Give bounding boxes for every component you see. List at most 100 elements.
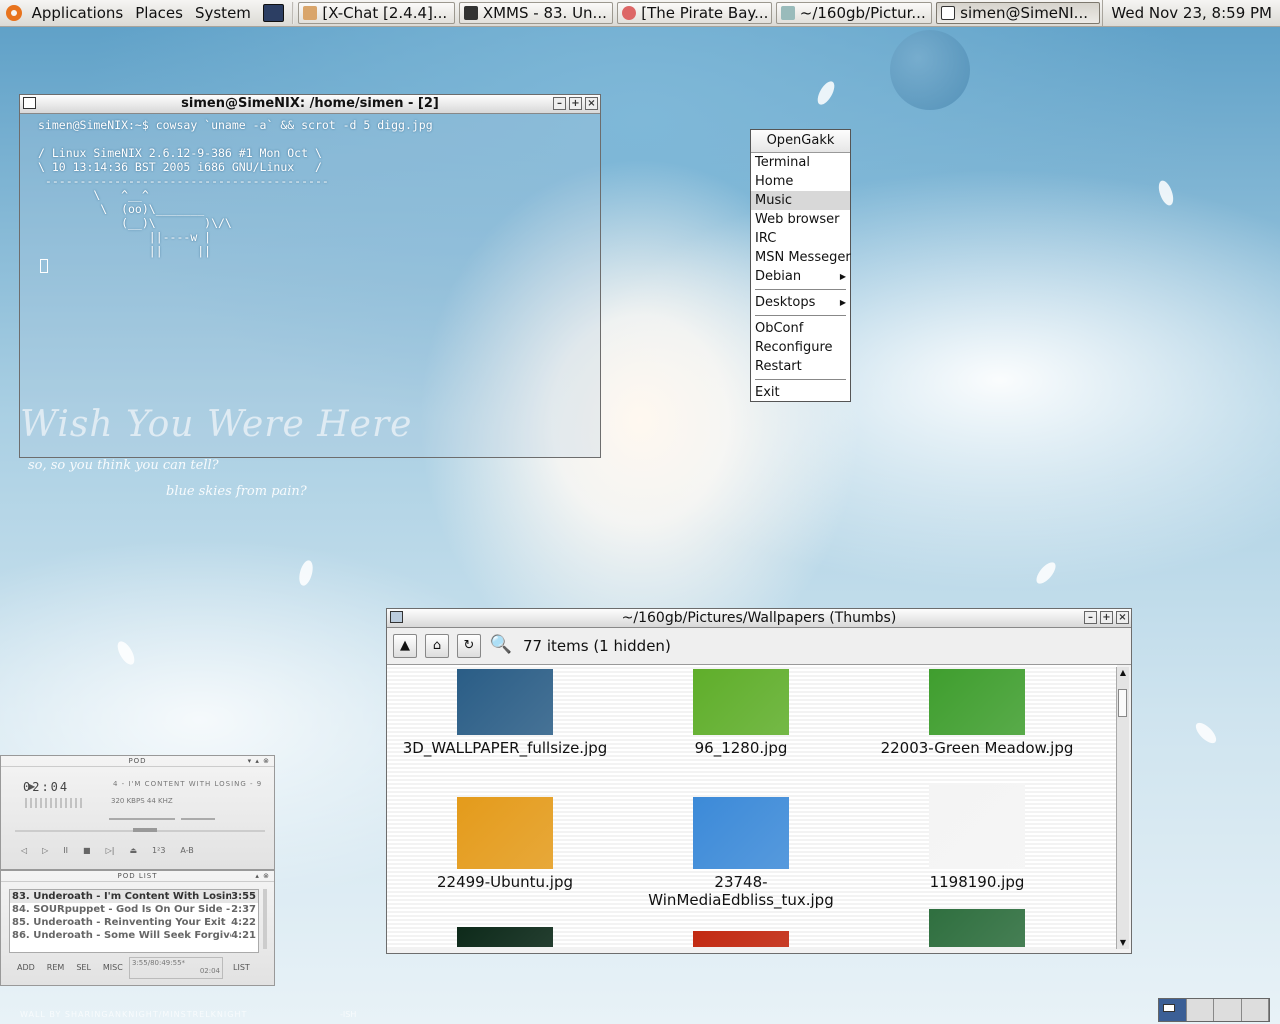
terminal-output[interactable]: simen@SimeNIX:~$ cowsay `uname -a` && sc… bbox=[20, 114, 600, 258]
file-thumbnail[interactable]: 3D_WALLPAPER_fullsize.jpg bbox=[387, 669, 623, 757]
menu-item-reconfigure[interactable]: Reconfigure bbox=[751, 338, 850, 357]
maximize-button[interactable]: + bbox=[1100, 611, 1113, 624]
select-button[interactable]: SEL bbox=[76, 963, 91, 972]
task-file-manager[interactable]: ~/160gb/Pictur... bbox=[775, 2, 933, 24]
file-manager-titlebar[interactable]: ~/160gb/Pictures/Wallpapers (Thumbs) – +… bbox=[387, 609, 1131, 628]
wallpaper-credit-suffix: -ISH bbox=[340, 1010, 357, 1019]
file-thumbnail[interactable] bbox=[387, 927, 623, 947]
window-menu-icon[interactable] bbox=[23, 97, 36, 109]
playlist-buttons: ADD REM SEL MISC bbox=[17, 963, 123, 972]
menu-separator bbox=[755, 315, 846, 316]
playlist-row[interactable]: 86. Underoath - Some Will Seek Forgiven.… bbox=[10, 929, 258, 942]
task-firefox[interactable]: [The Pirate Bay... bbox=[617, 2, 772, 24]
task-terminal[interactable]: simen@SimeNI... bbox=[936, 2, 1101, 24]
volume-slider[interactable] bbox=[109, 818, 175, 820]
thumbnail-view[interactable]: 3D_WALLPAPER_fullsize.jpg 96_1280.jpg 22… bbox=[387, 665, 1117, 947]
file-thumbnail[interactable]: 96_1280.jpg bbox=[623, 669, 859, 757]
terminal-window[interactable]: simen@SimeNIX: /home/simen - [2] – + × s… bbox=[19, 94, 601, 458]
scrollbar-thumb[interactable] bbox=[1118, 689, 1127, 717]
menu-item-terminal[interactable]: Terminal bbox=[751, 153, 850, 172]
file-thumbnail[interactable]: 22003-Green Meadow.jpg bbox=[859, 669, 1095, 757]
xchat-icon bbox=[303, 6, 318, 20]
playlist-row[interactable]: 84. SOURpuppet - God Is On Our Side - 12… bbox=[10, 903, 258, 916]
ubuntu-logo-icon[interactable] bbox=[6, 5, 22, 21]
seek-bar[interactable] bbox=[15, 828, 265, 832]
wallpaper-feather bbox=[114, 638, 138, 668]
menu-item-music[interactable]: Music bbox=[751, 191, 850, 210]
vertical-scrollbar[interactable]: ▲ ▼ bbox=[1116, 667, 1129, 949]
playlist-scrollbar[interactable] bbox=[263, 889, 267, 949]
task-xchat[interactable]: [X-Chat [2.4.4]... bbox=[298, 2, 455, 24]
menu-item-exit[interactable]: Exit bbox=[751, 383, 850, 402]
terminal-launcher-icon[interactable] bbox=[262, 4, 285, 22]
workspace-4[interactable] bbox=[1242, 999, 1269, 1021]
balance-slider[interactable] bbox=[181, 818, 215, 820]
visualizer[interactable] bbox=[25, 798, 85, 808]
seek-thumb[interactable] bbox=[132, 828, 157, 832]
menu-item-obconf[interactable]: ObConf bbox=[751, 319, 850, 338]
menu-item-home[interactable]: Home bbox=[751, 172, 850, 191]
file-thumbnail[interactable] bbox=[623, 931, 859, 947]
elapsed-time[interactable]: 02:04 bbox=[23, 780, 69, 794]
stop-button[interactable]: ■ bbox=[83, 846, 91, 855]
menu-separator bbox=[755, 379, 846, 380]
track-title: 83. Underoath - I'm Content With Losing … bbox=[12, 891, 232, 902]
playlist-titlebar[interactable]: POD LIST ▴ ⊗ bbox=[1, 871, 274, 882]
workspace-2[interactable] bbox=[1187, 999, 1214, 1021]
workspace-1[interactable] bbox=[1159, 999, 1187, 1021]
places-menu[interactable]: Places bbox=[129, 0, 189, 26]
zoom-icon[interactable]: 🔍 bbox=[489, 634, 513, 658]
menu-item-restart[interactable]: Restart bbox=[751, 357, 850, 376]
file-thumbnail[interactable] bbox=[859, 909, 1095, 947]
play-button[interactable]: ▷ bbox=[42, 846, 48, 855]
task-xmms[interactable]: XMMS - 83. Un... bbox=[458, 2, 614, 24]
xmms-player[interactable]: POD ▾ ▴ ⊗ ▶ 02:04 4 - I'M CONTENT WITH L… bbox=[0, 755, 275, 870]
clock[interactable]: Wed Nov 23, 8:59 PM bbox=[1102, 0, 1280, 26]
workspace-3[interactable] bbox=[1214, 999, 1242, 1021]
window-menu-icon[interactable] bbox=[390, 611, 403, 623]
playlist-row[interactable]: 85. Underoath - Reinventing Your Exit 4:2… bbox=[10, 916, 258, 929]
file-manager-window[interactable]: ~/160gb/Pictures/Wallpapers (Thumbs) – +… bbox=[386, 608, 1132, 954]
menu-item-web-browser[interactable]: Web browser bbox=[751, 210, 850, 229]
list-button[interactable]: LIST bbox=[233, 963, 250, 972]
close-button[interactable]: × bbox=[585, 97, 598, 110]
workspace-pager[interactable] bbox=[1158, 998, 1270, 1022]
xmms-playlist[interactable]: POD LIST ▴ ⊗ 83. Underoath - I'm Content… bbox=[0, 870, 275, 986]
close-button[interactable]: × bbox=[1116, 611, 1129, 624]
task-label: XMMS - 83. Un... bbox=[482, 4, 607, 22]
system-menu[interactable]: System bbox=[189, 0, 257, 26]
top-panel: Applications Places System [X-Chat [2.4.… bbox=[0, 0, 1280, 27]
menu-item-msn[interactable]: MSN Messeger bbox=[751, 248, 851, 267]
pause-button[interactable]: II bbox=[63, 846, 68, 855]
xmms-titlebar[interactable]: POD ▾ ▴ ⊗ bbox=[1, 756, 274, 767]
menu-item-desktops[interactable]: Desktops ▶ bbox=[751, 293, 850, 312]
scroll-up-arrow-icon[interactable]: ▲ bbox=[1117, 667, 1129, 679]
applications-menu[interactable]: Applications bbox=[26, 0, 130, 26]
previous-button[interactable]: ◁ bbox=[21, 846, 27, 855]
scroll-down-arrow-icon[interactable]: ▼ bbox=[1117, 937, 1129, 949]
remove-button[interactable]: REM bbox=[47, 963, 65, 972]
maximize-button[interactable]: + bbox=[569, 97, 582, 110]
eject-button[interactable]: ⏏ bbox=[129, 846, 137, 855]
playlist-row[interactable]: 83. Underoath - I'm Content With Losing … bbox=[10, 890, 258, 903]
terminal-titlebar[interactable]: simen@SimeNIX: /home/simen - [2] – + × bbox=[20, 95, 600, 114]
add-button[interactable]: ADD bbox=[17, 963, 35, 972]
file-thumbnail[interactable]: 23748-WinMediaEdbliss_tux.jpg bbox=[623, 797, 859, 909]
misc-button[interactable]: MISC bbox=[103, 963, 123, 972]
playlist-list[interactable]: 83. Underoath - I'm Content With Losing … bbox=[9, 889, 259, 953]
refresh-icon[interactable]: ↻ bbox=[457, 634, 481, 658]
shuffle-button[interactable]: 1²3 bbox=[152, 846, 165, 855]
up-arrow-icon[interactable]: ▲ bbox=[393, 634, 417, 658]
minimize-button[interactable]: – bbox=[553, 97, 566, 110]
next-button[interactable]: ▷| bbox=[106, 846, 115, 855]
xmms-window-buttons[interactable]: ▾ ▴ ⊗ bbox=[248, 756, 270, 766]
minimize-button[interactable]: – bbox=[1084, 611, 1097, 624]
menu-item-debian[interactable]: Debian ▶ bbox=[751, 267, 850, 286]
repeat-button[interactable]: A-B bbox=[180, 846, 193, 855]
menu-item-irc[interactable]: IRC bbox=[751, 229, 850, 248]
file-thumbnail[interactable]: 22499-Ubuntu.jpg bbox=[387, 797, 623, 891]
playlist-window-buttons[interactable]: ▴ ⊗ bbox=[255, 871, 270, 881]
file-thumbnail[interactable]: 1198190.jpg bbox=[859, 783, 1095, 891]
home-icon[interactable]: ⌂ bbox=[425, 634, 449, 658]
file-name: 23748-WinMediaEdbliss_tux.jpg bbox=[648, 873, 834, 909]
